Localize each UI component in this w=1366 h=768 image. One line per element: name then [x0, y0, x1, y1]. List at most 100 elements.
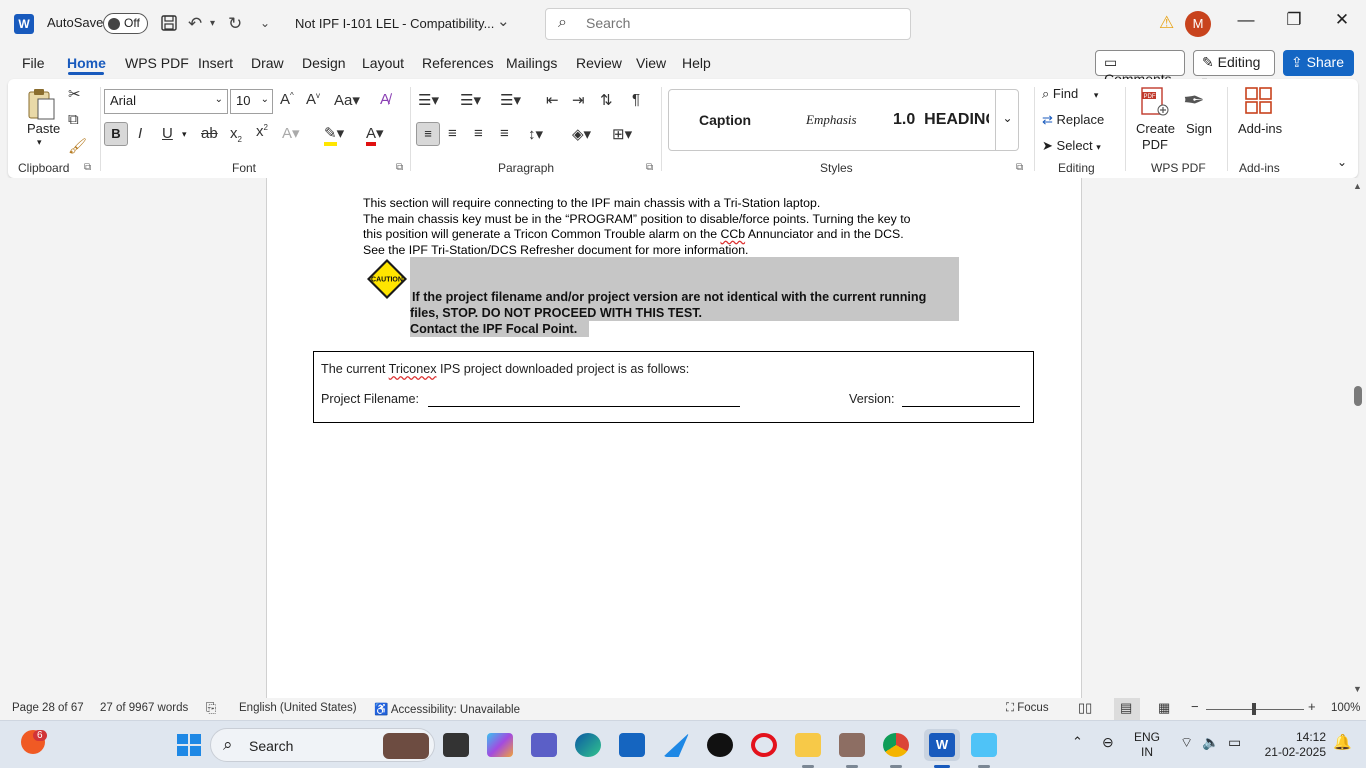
superscript-button[interactable]: x2	[256, 123, 268, 140]
scrollbar-thumb[interactable]	[1354, 386, 1362, 406]
search-input[interactable]	[586, 15, 886, 31]
bold-button[interactable]: B	[104, 122, 128, 146]
selected-warning-text[interactable]: If the project filename and/or project v…	[410, 257, 959, 337]
print-layout-icon[interactable]: ▤	[1120, 700, 1132, 716]
format-painter-icon[interactable]: 🖌	[68, 137, 87, 155]
teams-icon[interactable]	[531, 733, 557, 757]
dell-icon[interactable]	[707, 733, 733, 757]
align-center-icon[interactable]: ≡	[448, 125, 457, 142]
collapse-ribbon-icon[interactable]: ⌄	[1337, 155, 1347, 169]
add-ins-icon[interactable]	[1244, 86, 1274, 116]
version-blank[interactable]	[902, 406, 1020, 407]
highlight-color-icon[interactable]: ✎▾	[324, 124, 344, 146]
align-right-icon[interactable]: ≡	[474, 125, 483, 142]
save-icon[interactable]	[160, 14, 178, 37]
bullets-icon[interactable]: ☰▾	[418, 91, 439, 109]
scroll-up-icon[interactable]: ▲	[1353, 181, 1362, 191]
chevron-down-icon[interactable]: ⌄	[497, 12, 510, 30]
zoom-out-icon[interactable]: −	[1191, 699, 1199, 714]
change-case-icon[interactable]: Aa▾	[334, 91, 360, 109]
app-icon[interactable]	[839, 733, 865, 757]
word-taskbar-active[interactable]: W	[924, 729, 960, 761]
spelling-error[interactable]: Triconex	[389, 362, 437, 376]
customize-quick-access-icon[interactable]: ⌄	[260, 16, 270, 30]
text-effects-icon[interactable]: A▾	[282, 124, 300, 142]
accessibility-status[interactable]: ♿ Accessibility: Unavailable	[374, 702, 520, 716]
tab-view[interactable]: View	[636, 55, 666, 71]
multilevel-list-icon[interactable]: ☰▾	[500, 91, 521, 109]
volume-icon[interactable]: 🔈	[1202, 734, 1219, 751]
zoom-level[interactable]: 100%	[1331, 702, 1360, 714]
language-switcher[interactable]: ENG IN	[1134, 730, 1160, 760]
italic-button[interactable]: I	[138, 125, 142, 142]
style-heading[interactable]: 1.0 HEADING	[893, 111, 989, 129]
create-pdf-label[interactable]: Create PDF	[1136, 121, 1175, 153]
justify-icon[interactable]: ≡	[500, 125, 509, 142]
create-pdf-icon[interactable]: PDF	[1139, 85, 1169, 117]
align-left-button[interactable]: ≡	[416, 122, 440, 146]
font-launcher-icon[interactable]: ⧉	[396, 162, 403, 173]
paste-label[interactable]: Paste	[27, 121, 60, 136]
tab-help[interactable]: Help	[682, 55, 711, 71]
minimize-button[interactable]: —	[1226, 10, 1266, 30]
tab-wps-pdf[interactable]: WPS PDF	[125, 55, 189, 71]
project-info-box[interactable]: The current Triconex IPS project downloa…	[313, 351, 1034, 423]
decrease-indent-icon[interactable]: ⇤	[546, 91, 559, 109]
tab-draw[interactable]: Draw	[251, 55, 284, 71]
increase-indent-icon[interactable]: ⇥	[572, 91, 585, 109]
numbering-icon[interactable]: ☰▾	[460, 91, 481, 109]
strikethrough-button[interactable]: ab	[201, 125, 218, 142]
taskbar-search[interactable]: ⌕ Search	[210, 728, 435, 762]
zoom-slider-thumb[interactable]	[1252, 703, 1256, 715]
app-icon[interactable]	[663, 733, 689, 757]
undo-dropdown-icon[interactable]: ▾	[210, 18, 215, 29]
tab-design[interactable]: Design	[302, 55, 346, 71]
word-count[interactable]: 27 of 9967 words	[100, 702, 188, 714]
add-ins-label[interactable]: Add-ins	[1238, 121, 1282, 136]
styles-more-icon[interactable]: ⌄	[995, 89, 1019, 151]
styles-launcher-icon[interactable]: ⧉	[1016, 162, 1023, 173]
undo-icon[interactable]: ↶	[188, 14, 202, 34]
proofing-icon[interactable]: ⎘	[206, 700, 216, 716]
tab-mailings[interactable]: Mailings	[506, 55, 557, 71]
subscript-button[interactable]: x2	[230, 125, 242, 144]
read-mode-icon[interactable]: ▯▯	[1078, 700, 1092, 716]
font-color-icon[interactable]: A▾	[366, 124, 384, 146]
project-filename-blank[interactable]	[428, 406, 740, 407]
paste-icon[interactable]	[26, 87, 58, 121]
language-indicator[interactable]: English (United States)	[239, 702, 357, 714]
clipboard-launcher-icon[interactable]: ⧉	[84, 162, 91, 173]
comments-button[interactable]: ▭ Comments	[1095, 50, 1185, 87]
cut-icon[interactable]: ✂	[68, 85, 81, 103]
tab-file[interactable]: File	[22, 55, 45, 71]
shrink-font-icon[interactable]: Av	[306, 91, 320, 108]
tab-references[interactable]: References	[422, 55, 494, 71]
tab-layout[interactable]: Layout	[362, 55, 404, 71]
select-button[interactable]: ➤ Select ▾	[1042, 138, 1101, 154]
close-button[interactable]: ✕	[1322, 10, 1362, 30]
editing-mode-button[interactable]: ✎ Editing ▾	[1193, 50, 1275, 87]
restore-button[interactable]: ❐	[1274, 10, 1314, 30]
clear-formatting-icon[interactable]: A̸	[380, 91, 390, 108]
clock[interactable]: 14:12 21-02-2025	[1260, 730, 1326, 760]
opera-icon[interactable]	[751, 733, 777, 757]
style-emphasis[interactable]: Emphasis	[806, 112, 857, 128]
shading-icon[interactable]: ◈▾	[572, 125, 591, 143]
vertical-scrollbar[interactable]: ▲ ▼	[1350, 178, 1366, 698]
chrome-icon[interactable]	[883, 733, 909, 757]
show-formatting-icon[interactable]: ¶	[632, 91, 640, 108]
document-title[interactable]: Not IPF I-101 LEL - Compatibility...	[295, 16, 494, 31]
sign-label[interactable]: Sign	[1186, 121, 1212, 136]
find-button[interactable]: ⌕ Find ▾	[1042, 86, 1098, 102]
replace-button[interactable]: ⇄ Replace	[1042, 112, 1104, 128]
paste-dropdown-icon[interactable]: ▾	[37, 137, 42, 148]
underline-button[interactable]: U	[162, 125, 173, 142]
copy-icon[interactable]: ⧉	[68, 111, 79, 128]
tab-review[interactable]: Review	[576, 55, 622, 71]
web-layout-icon[interactable]: ▦	[1158, 700, 1170, 716]
file-explorer-icon[interactable]	[795, 733, 821, 757]
zoom-in-icon[interactable]: +	[1308, 699, 1316, 714]
wifi-icon[interactable]: ⌔	[1180, 734, 1193, 752]
paragraph-launcher-icon[interactable]: ⧉	[646, 162, 653, 173]
battery-icon[interactable]: ▭	[1228, 734, 1241, 751]
